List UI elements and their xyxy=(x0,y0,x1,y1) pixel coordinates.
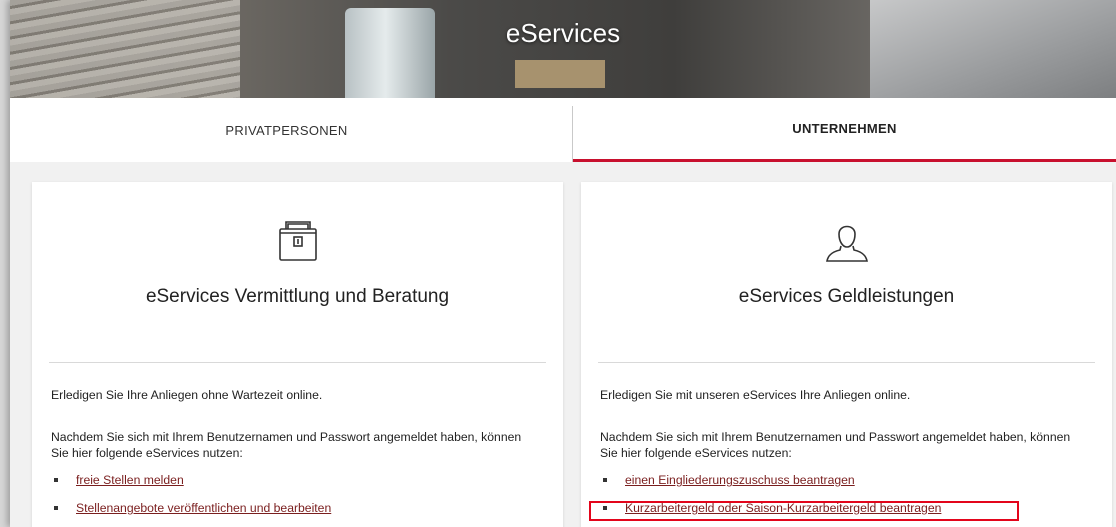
card-description: Nachdem Sie sich mit Ihrem Benutzernamen… xyxy=(600,430,1071,460)
user-icon xyxy=(825,225,868,262)
tab-bar: PRIVATPERSONEN UNTERNEHMEN xyxy=(10,98,1116,162)
list-item: einen Eingliederungszuschuss beantragen xyxy=(600,473,941,501)
card-geldleistungen: eServices Geldleistungen Erledigen Sie m… xyxy=(581,182,1112,527)
divider xyxy=(49,362,546,363)
card-intro: Erledigen Sie mit unseren eServices Ihre… xyxy=(600,388,911,402)
list-item: freie Stellen melden xyxy=(51,473,331,501)
card-description: Nachdem Sie sich mit Ihrem Benutzernamen… xyxy=(51,430,522,460)
hero-image-laptop xyxy=(870,0,1116,98)
card-title: eServices Vermittlung und Beratung xyxy=(145,286,450,307)
list-item: Stellenangebote veröffentlichen und bear… xyxy=(51,501,331,527)
briefcase-icon xyxy=(278,221,317,261)
card-title: eServices Geldleistungen xyxy=(738,286,955,307)
hero-image-block xyxy=(515,60,605,88)
hero-banner: eServices xyxy=(10,0,1116,98)
hero-image-papers xyxy=(10,0,240,98)
tab-privatpersonen[interactable]: PRIVATPERSONEN xyxy=(10,98,563,162)
divider xyxy=(598,362,1095,363)
service-list: freie Stellen melden Stellenangebote ver… xyxy=(51,473,331,527)
tab-unternehmen[interactable]: UNTERNEHMEN xyxy=(573,98,1116,162)
card-vermittlung-beratung: eServices Vermittlung und Beratung Erled… xyxy=(32,182,563,527)
link-eingliederungszuschuss[interactable]: einen Eingliederungszuschuss beantragen xyxy=(625,473,855,487)
link-freie-stellen-melden[interactable]: freie Stellen melden xyxy=(76,473,184,487)
page-title: eServices xyxy=(505,18,621,48)
card-intro: Erledigen Sie Ihre Anliegen ohne Warteze… xyxy=(51,388,323,402)
highlight-box xyxy=(589,501,1019,521)
window-frame: eServices PRIVATPERSONEN UNTERNEHMEN eSe… xyxy=(0,0,1116,527)
link-stellenangebote[interactable]: Stellenangebote veröffentlichen und bear… xyxy=(76,501,331,515)
page: eServices PRIVATPERSONEN UNTERNEHMEN eSe… xyxy=(10,0,1116,527)
